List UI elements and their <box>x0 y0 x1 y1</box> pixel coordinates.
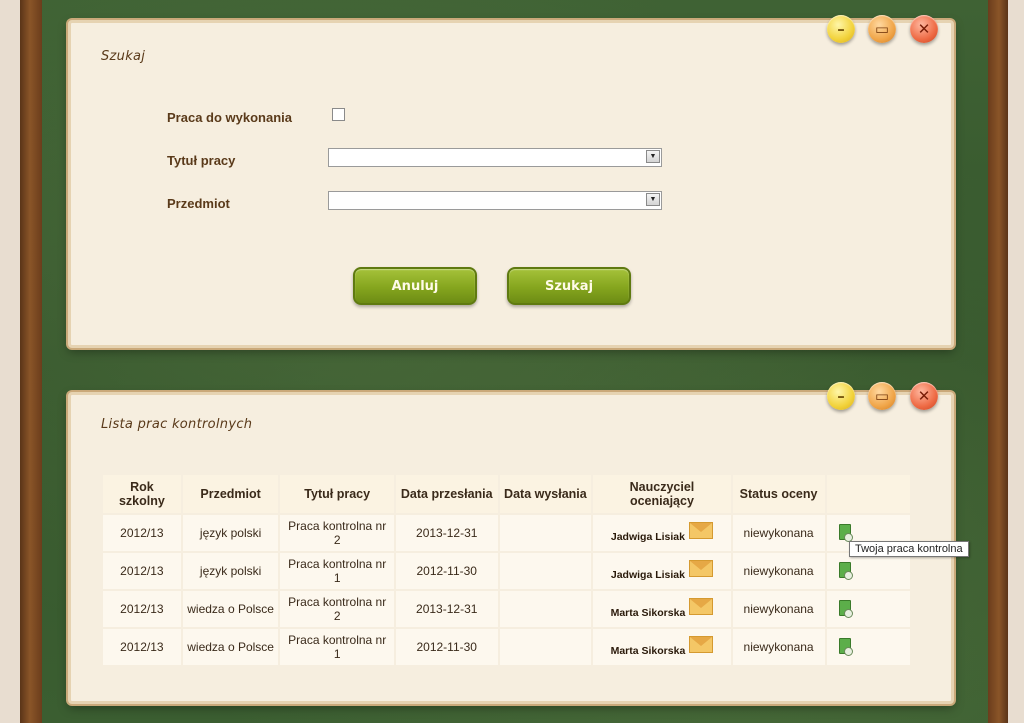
cell-sent-date: 2013-12-31 <box>393 589 500 629</box>
teacher-name: Marta Sikorska <box>610 606 686 619</box>
cell-title: Praca kontrolna nr 2 <box>278 589 396 629</box>
teacher-name: Marta Sikorska <box>610 644 686 657</box>
title-label: Tytuł pracy <box>167 153 236 168</box>
cell-send-date <box>497 551 594 591</box>
minimize-icon[interactable]: – <box>827 382 855 410</box>
cell-status: niewykonana <box>730 513 827 553</box>
column-title[interactable]: Tytuł pracy <box>278 473 396 515</box>
table-row[interactable]: 2012/13 wiedza o Polsce Praca kontrolna … <box>101 627 912 667</box>
cell-send-date <box>497 513 594 553</box>
teacher-name: Jadwiga Lisiak <box>610 530 685 543</box>
column-actions <box>824 473 912 515</box>
cell-year: 2012/13 <box>101 551 183 591</box>
cell-year: 2012/13 <box>101 589 183 629</box>
table-header-row: Rok szkolny Przedmiot Tytuł pracy Data p… <box>101 473 912 515</box>
minimize-icon[interactable]: – <box>827 15 855 43</box>
cell-actions <box>824 627 912 667</box>
cell-teacher: Jadwiga Lisiak <box>591 513 733 553</box>
document-icon[interactable] <box>838 599 853 618</box>
envelope-icon[interactable] <box>689 559 713 577</box>
table-row[interactable]: 2012/13 język polski Praca kontrolna nr … <box>101 513 912 553</box>
cell-teacher: Marta Sikorska <box>591 589 733 629</box>
wooden-frame-right <box>988 0 1008 723</box>
chevron-down-icon[interactable]: ▼ <box>646 193 660 206</box>
tooltip: Twoja praca kontrolna <box>849 541 969 557</box>
list-panel: Lista prac kontrolnych Rok szkolny Przed… <box>68 392 954 704</box>
envelope-icon[interactable] <box>689 635 714 653</box>
document-icon[interactable] <box>838 637 853 656</box>
cell-sent-date: 2012-11-30 <box>393 627 500 667</box>
cell-sent-date: 2013-12-31 <box>393 513 500 553</box>
table-row[interactable]: 2012/13 wiedza o Polsce Praca kontrolna … <box>101 589 912 629</box>
cell-title: Praca kontrolna nr 1 <box>278 627 396 667</box>
envelope-icon[interactable] <box>689 521 713 539</box>
cell-sent-date: 2012-11-30 <box>393 551 500 591</box>
chevron-down-icon[interactable]: ▼ <box>646 150 660 163</box>
cell-status: niewykonana <box>730 551 827 591</box>
cell-year: 2012/13 <box>101 627 183 667</box>
cell-teacher: Jadwiga Lisiak <box>591 551 733 591</box>
search-panel-title: Szukaj <box>101 49 146 64</box>
cell-teacher: Marta Sikorska <box>591 627 733 667</box>
document-icon[interactable] <box>838 523 853 542</box>
cell-subject: język polski <box>180 513 281 553</box>
cell-send-date <box>497 627 594 667</box>
cancel-button[interactable]: Anuluj <box>353 267 477 305</box>
subject-label: Przedmiot <box>167 196 230 211</box>
search-panel: Szukaj Praca do wykonania Tytuł pracy ▼ … <box>68 20 954 348</box>
subject-select[interactable]: ▼ <box>328 191 662 210</box>
cell-subject: wiedza o Polsce <box>180 627 281 667</box>
envelope-icon[interactable] <box>689 597 714 615</box>
teacher-name: Jadwiga Lisiak <box>610 568 685 581</box>
cell-actions <box>824 551 912 591</box>
cell-send-date <box>497 589 594 629</box>
cell-actions <box>824 589 912 629</box>
title-select[interactable]: ▼ <box>328 148 662 167</box>
search-button[interactable]: Szukaj <box>507 267 631 305</box>
column-send-date[interactable]: Data wysłania <box>497 473 594 515</box>
column-sent-date[interactable]: Data przesłania <box>393 473 500 515</box>
document-icon[interactable] <box>838 561 853 580</box>
cell-title: Praca kontrolna nr 1 <box>278 551 396 591</box>
column-teacher[interactable]: Nauczyciel oceniający <box>591 473 733 515</box>
column-subject[interactable]: Przedmiot <box>180 473 281 515</box>
maximize-icon[interactable]: ▭ <box>868 382 896 410</box>
cell-title: Praca kontrolna nr 2 <box>278 513 396 553</box>
todo-checkbox[interactable] <box>332 108 345 121</box>
cell-subject: język polski <box>180 551 281 591</box>
works-table: Rok szkolny Przedmiot Tytuł pracy Data p… <box>101 473 912 667</box>
maximize-icon[interactable]: ▭ <box>868 15 896 43</box>
cell-subject: wiedza o Polsce <box>180 589 281 629</box>
column-status[interactable]: Status oceny <box>730 473 827 515</box>
column-year[interactable]: Rok szkolny <box>101 473 183 515</box>
close-icon[interactable]: ✕ <box>910 15 938 43</box>
cell-status: niewykonana <box>730 627 827 667</box>
cell-year: 2012/13 <box>101 513 183 553</box>
close-icon[interactable]: ✕ <box>910 382 938 410</box>
table-row[interactable]: 2012/13 język polski Praca kontrolna nr … <box>101 551 912 591</box>
todo-label: Praca do wykonania <box>167 110 292 125</box>
wooden-frame-left <box>20 0 42 723</box>
list-panel-title: Lista prac kontrolnych <box>101 417 253 432</box>
cell-status: niewykonana <box>730 589 827 629</box>
